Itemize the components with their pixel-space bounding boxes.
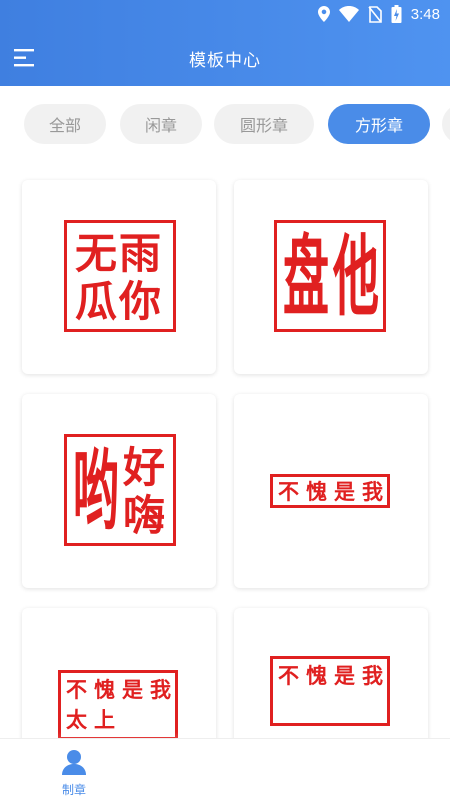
seal-stamp: 不 愧 是 我 <box>270 656 390 726</box>
location-icon <box>317 6 330 22</box>
seal-char: 不 <box>278 479 299 504</box>
seal-char: 是 <box>334 479 355 504</box>
tab-all[interactable]: 全部 <box>24 104 106 144</box>
wifi-icon <box>338 6 359 22</box>
template-grid: 雨 你 无 瓜 他 盘 好 嗨 哟 不 愧 是 我 不 愧 是 我 太 上 不 … <box>0 160 450 738</box>
template-card-bukui-2[interactable]: 不 愧 是 我 太 上 <box>22 608 216 738</box>
seal-char: 我 <box>362 479 383 504</box>
seal-char: 你 <box>119 277 162 326</box>
seal-char: 愧 <box>306 479 327 504</box>
seal-char: 嗨 <box>123 491 166 540</box>
seal-char: 他 <box>333 225 379 328</box>
seal-char: 好 <box>123 443 166 492</box>
seal-char: 盘 <box>283 225 329 328</box>
app-bar: 模板中心 <box>0 36 450 80</box>
no-sim-icon <box>368 5 382 23</box>
bottom-nav: 制章 <box>0 738 450 800</box>
seal-char: 瓜 <box>75 277 118 326</box>
seal-char: 愧 <box>94 677 115 702</box>
seal-stamp: 雨 你 无 瓜 <box>64 220 176 332</box>
tab-more[interactable] <box>442 104 450 144</box>
seal-char: 不 <box>278 663 299 688</box>
tab-leisure-seal[interactable]: 闲章 <box>120 104 202 144</box>
seal-stamp: 他 盘 <box>274 220 386 332</box>
seal-stamp: 不 愧 是 我 太 上 <box>58 670 178 738</box>
status-time: 3:48 <box>410 5 440 23</box>
nav-make-seal[interactable]: 制章 <box>42 745 106 797</box>
user-icon <box>62 750 86 775</box>
seal-stamp: 不 愧 是 我 <box>270 474 390 508</box>
seal-char: 雨 <box>119 229 162 278</box>
status-icons: 3:48 <box>317 5 440 23</box>
seal-char: 太 <box>66 707 87 732</box>
template-card-bukui-1[interactable]: 不 愧 是 我 <box>234 394 428 588</box>
seal-char: 是 <box>334 663 355 688</box>
seal-char: 是 <box>122 677 143 702</box>
seal-stamp: 好 嗨 哟 <box>64 434 176 546</box>
header: 3:48 模板中心 <box>0 0 450 86</box>
template-card-wugua[interactable]: 雨 你 无 瓜 <box>22 180 216 374</box>
template-card-panta[interactable]: 他 盘 <box>234 180 428 374</box>
page-title: 模板中心 <box>189 51 261 71</box>
template-card-bukui-3[interactable]: 不 愧 是 我 <box>234 608 428 738</box>
seal-char: 愧 <box>306 663 327 688</box>
tab-square-seal[interactable]: 方形章 <box>328 104 430 144</box>
battery-charging-icon <box>391 5 402 23</box>
seal-char: 我 <box>362 663 383 688</box>
seal-char: 不 <box>66 677 87 702</box>
seal-char: 上 <box>94 707 115 732</box>
tab-round-seal[interactable]: 圆形章 <box>214 104 314 144</box>
seal-char: 无 <box>75 229 118 278</box>
nav-make-seal-label: 制章 <box>61 783 86 797</box>
seal-char: 哟 <box>73 439 119 542</box>
template-card-youhao[interactable]: 好 嗨 哟 <box>22 394 216 588</box>
category-tabs: 全部 闲章 圆形章 方形章 <box>0 104 450 144</box>
seal-char: 我 <box>150 677 171 702</box>
status-bar: 3:48 <box>0 0 450 30</box>
